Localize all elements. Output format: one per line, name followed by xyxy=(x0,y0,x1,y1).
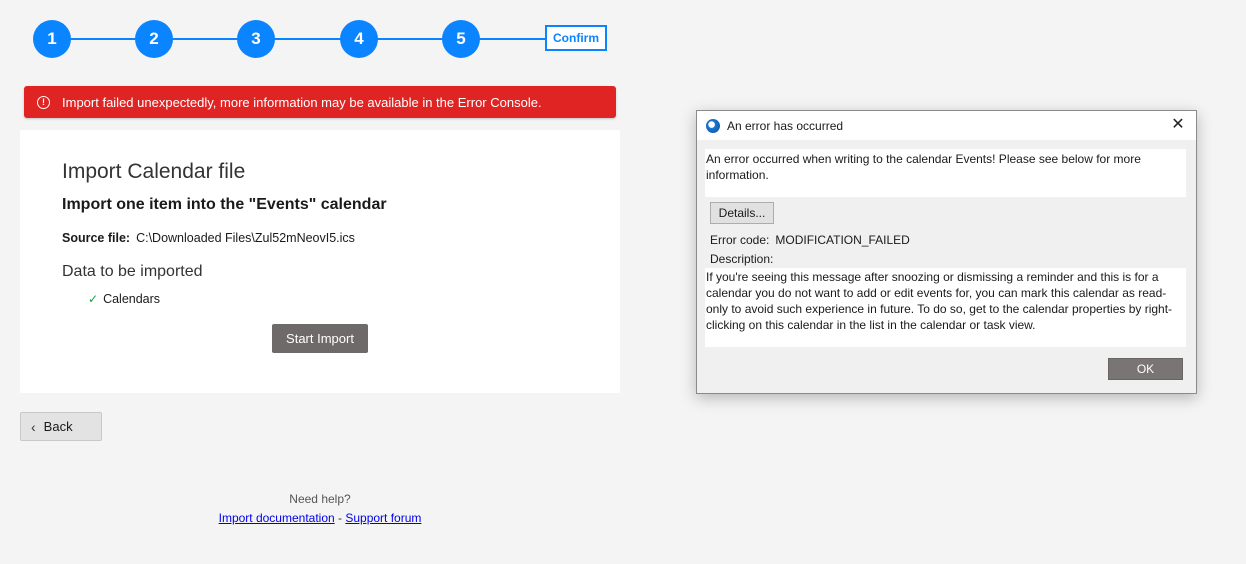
help-prompt: Need help? xyxy=(289,492,351,506)
stepper-line xyxy=(52,38,572,40)
help-links: Import documentation - Support forum xyxy=(200,511,440,525)
dialog-title: An error has occurred xyxy=(727,118,844,133)
step-4: 4 xyxy=(340,20,378,58)
dialog-titlebar[interactable]: An error has occurred ✕ xyxy=(697,111,1196,140)
checkmark-icon: ✓ xyxy=(88,292,99,306)
thunderbird-app-icon xyxy=(706,118,720,133)
error-icon: ! xyxy=(37,95,50,109)
step-1: 1 xyxy=(33,20,71,58)
import-summary: Import one item into the "Events" calend… xyxy=(62,196,387,213)
step-2: 2 xyxy=(135,20,173,58)
back-button-label: Back xyxy=(43,419,73,434)
help-section: Need help? Import documentation - Suppor… xyxy=(200,492,440,525)
support-forum-link[interactable]: Support forum xyxy=(345,511,421,525)
source-file-row: Source file: C:\Downloaded Files\Zul52mNe… xyxy=(62,231,355,245)
error-banner-text: Import failed unexpectedly, more informa… xyxy=(62,94,542,110)
error-banner: ! Import failed unexpectedly, more infor… xyxy=(24,86,616,118)
error-code-label: Error code: xyxy=(710,233,770,247)
error-dialog: An error has occurred ✕ An error occurre… xyxy=(696,110,1197,394)
back-button[interactable]: ‹ Back xyxy=(20,412,102,441)
step-5: 5 xyxy=(442,20,480,58)
close-icon[interactable]: ✕ xyxy=(1170,117,1186,133)
error-message: An error occurred when writing to the ca… xyxy=(705,149,1186,197)
error-code-value: MODIFICATION_FAILED xyxy=(775,233,910,247)
data-to-import-heading: Data to be imported xyxy=(62,263,203,280)
step-confirm: Confirm xyxy=(545,25,607,51)
step-3: 3 xyxy=(237,20,275,58)
error-code-row: Error code: MODIFICATION_FAILED xyxy=(710,233,910,247)
start-import-button[interactable]: Start Import xyxy=(272,324,368,353)
help-separator: - xyxy=(334,511,346,525)
import-card: Import Calendar file Import one item int… xyxy=(20,130,620,393)
import-documentation-link[interactable]: Import documentation xyxy=(219,511,335,525)
description-label: Description: xyxy=(710,252,774,266)
list-item: ✓ Calendars xyxy=(88,292,160,306)
chevron-left-icon: ‹ xyxy=(31,418,36,435)
source-file-path: C:\Downloaded Files\Zul52mNeovI5.ics xyxy=(136,231,355,245)
details-button[interactable]: Details... xyxy=(710,202,774,224)
import-stepper: 1 2 3 4 5 Confirm xyxy=(0,0,640,76)
error-description: If you're seeing this message after snoo… xyxy=(705,268,1186,347)
list-item-label: Calendars xyxy=(103,292,161,306)
source-file-label: Source file: xyxy=(62,231,131,245)
page-title: Import Calendar file xyxy=(62,160,246,183)
ok-button[interactable]: OK xyxy=(1108,358,1183,380)
